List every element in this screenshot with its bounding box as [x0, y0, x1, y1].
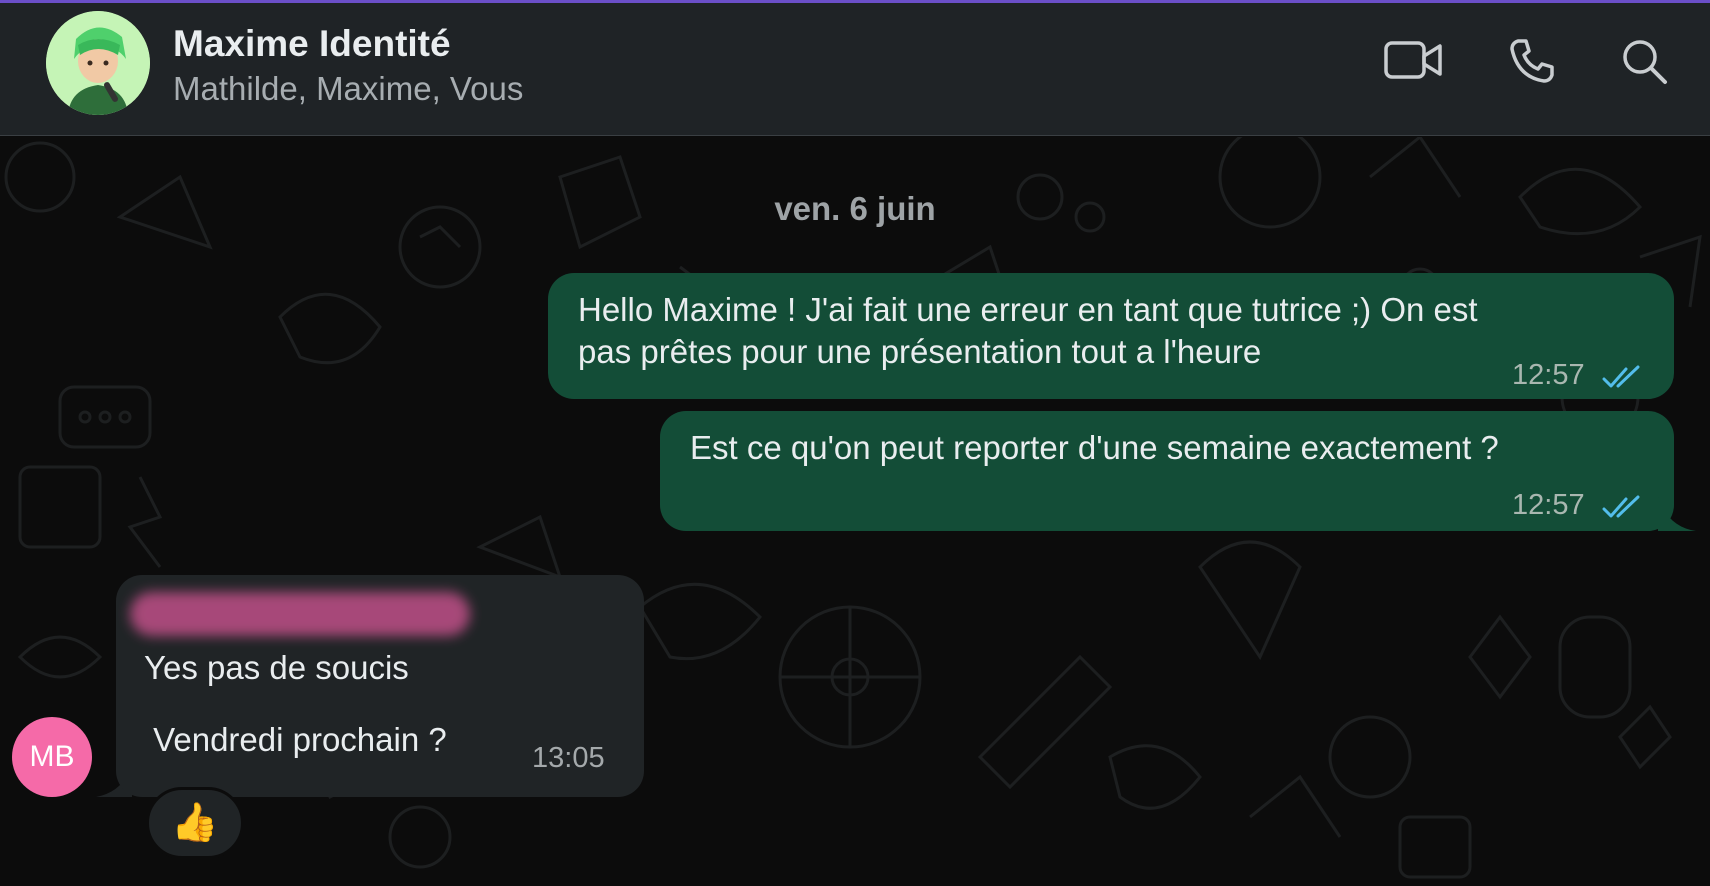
message-area[interactable]: ven. 6 juin Hello Maxime ! J'ai fait une…: [0, 137, 1710, 886]
message-time: 12:57: [1512, 489, 1585, 521]
reaction-thumbs-up[interactable]: 👍: [146, 787, 244, 859]
outgoing-bubble-tail: [1658, 497, 1696, 531]
redacted-sender-name: [130, 592, 470, 636]
search-icon[interactable]: [1620, 37, 1668, 90]
message-text-line: Hello Maxime ! J'ai fait une erreur en t…: [578, 291, 1478, 328]
date-separator: ven. 6 juin: [774, 190, 936, 227]
message-time: 13:05: [532, 742, 605, 774]
outgoing-message[interactable]: Hello Maxime ! J'ai fait une erreur en t…: [548, 273, 1674, 399]
chat-header[interactable]: Maxime Identité Mathilde, Maxime, Vous: [0, 3, 1710, 136]
video-call-icon[interactable]: [1384, 39, 1444, 86]
sender-avatar[interactable]: MB: [12, 717, 92, 797]
message-text-line: pas prêtes pour une présentation tout a …: [578, 333, 1262, 370]
group-avatar-icon[interactable]: [46, 11, 150, 115]
read-receipt-icon: [1602, 487, 1644, 533]
phone-call-icon[interactable]: [1508, 37, 1556, 90]
outgoing-message[interactable]: Est ce qu'on peut reporter d'une semaine…: [660, 411, 1674, 531]
message-text-line: Vendredi prochain ?: [144, 721, 447, 758]
message-text-line: Est ce qu'on peut reporter d'une semaine…: [690, 429, 1499, 466]
read-receipt-icon: [1602, 357, 1644, 403]
chat-participants[interactable]: Mathilde, Maxime, Vous: [173, 70, 523, 108]
message-text-line: Yes pas de soucis: [144, 649, 409, 686]
chat-title[interactable]: Maxime Identité: [173, 23, 451, 65]
message-time: 12:57: [1512, 359, 1585, 391]
